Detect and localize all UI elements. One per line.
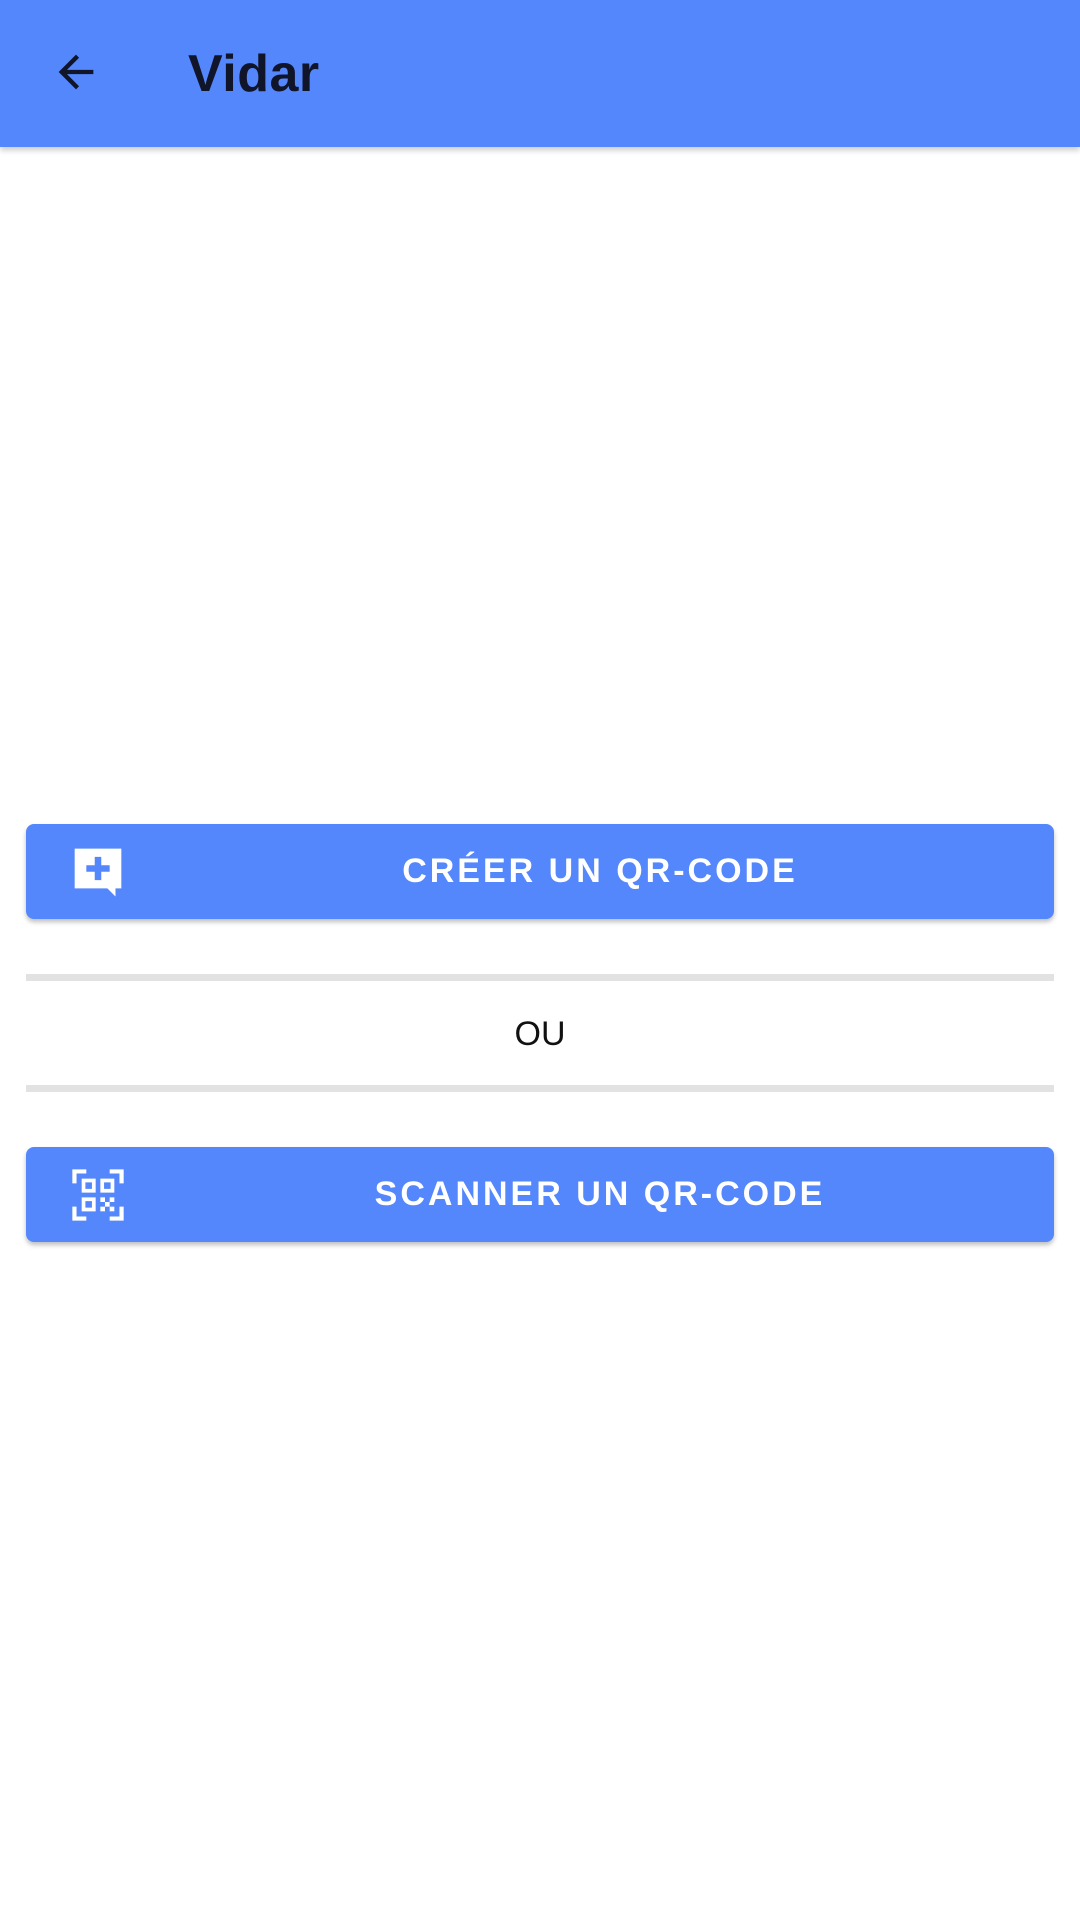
create-qr-code-label: CRÉER UN QR-CODE <box>402 852 798 890</box>
arrow-back-icon <box>50 46 102 103</box>
page-title: Vidar <box>188 45 320 103</box>
create-qr-code-button[interactable]: CRÉER UN QR-CODE <box>26 824 1054 919</box>
app-bar: Vidar <box>0 0 1080 147</box>
add-comment-icon <box>70 844 126 900</box>
scan-qr-code-button[interactable]: SCANNER UN QR-CODE <box>26 1147 1054 1242</box>
scan-qr-code-label: SCANNER UN QR-CODE <box>374 1175 826 1213</box>
or-separator-text: OU <box>514 1015 566 1053</box>
qr-code-scanner-icon <box>70 1167 126 1223</box>
divider-top <box>26 974 1054 981</box>
divider-bottom <box>26 1085 1054 1092</box>
back-button[interactable] <box>36 34 116 114</box>
